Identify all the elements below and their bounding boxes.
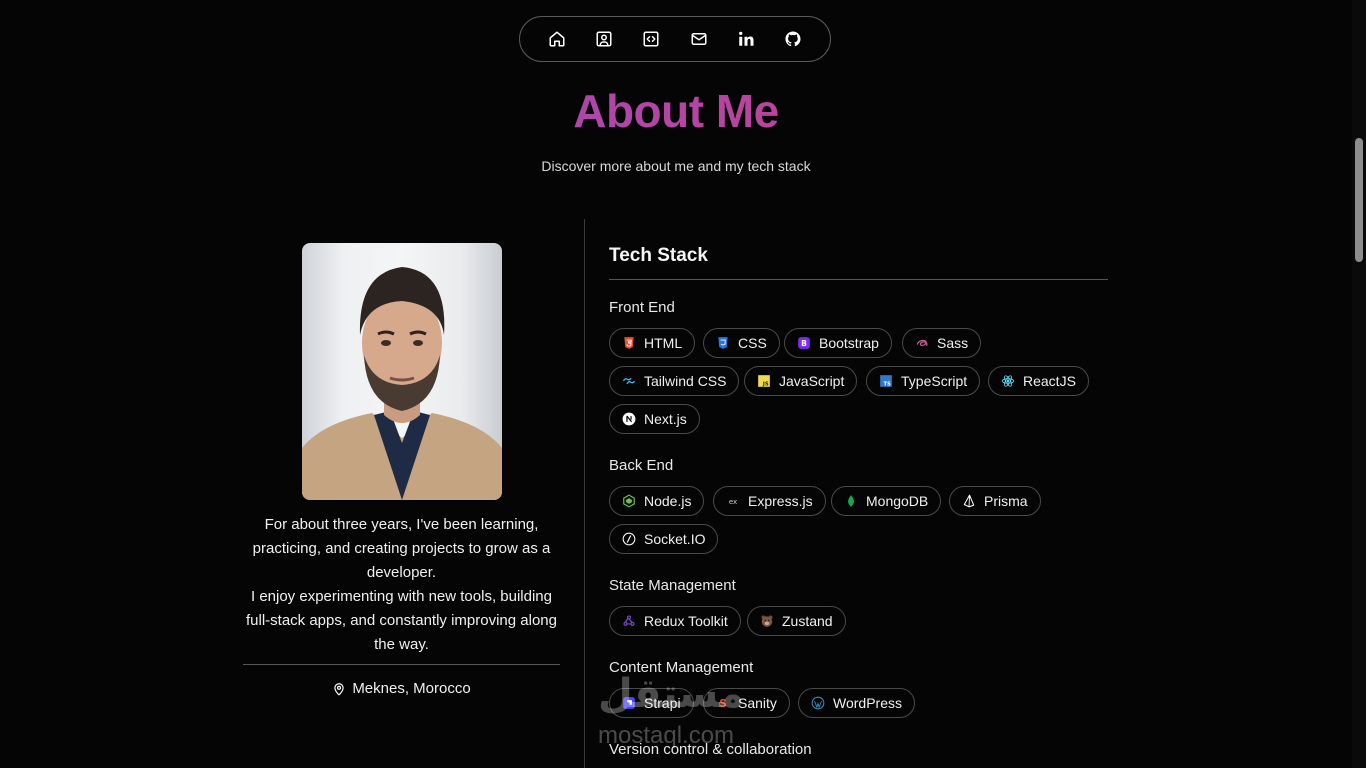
top-navigation [519,16,831,62]
scrollbar[interactable] [1352,0,1366,768]
tech-pill-label: WordPress [833,695,902,711]
map-pin-icon [334,682,344,695]
express-icon: ex [726,494,740,508]
mongodb-icon [844,494,858,508]
github-icon [785,31,801,47]
profile-photo [302,243,502,500]
category-back-end: Back End [609,457,674,474]
category-state-management: State Management [609,577,736,594]
sass-icon [915,336,929,350]
code-icon [643,31,659,47]
tech-pill-label: Express.js [748,493,813,509]
tech-pill-typescript[interactable]: TS TypeScript [866,366,981,396]
location-text: Meknes, Morocco [352,680,471,697]
strapi-icon [622,696,636,710]
tech-pill-express[interactable]: ex Express.js [713,486,826,516]
sanity-icon: S [716,696,730,710]
nav-github-button[interactable] [777,23,809,55]
tech-pill-nextjs[interactable]: Next.js [609,404,700,434]
svg-text:S: S [719,698,727,710]
divider [243,664,560,665]
nodejs-icon [622,494,636,508]
column-divider [584,219,585,768]
react-icon [1001,374,1015,388]
person-portrait-image [302,267,502,500]
location: Meknes, Morocco [243,680,560,697]
svg-text:B: B [801,339,807,348]
tech-pill-label: MongoDB [866,493,929,509]
tech-stack-title: Tech Stack [609,245,708,266]
tech-pill-sass[interactable]: Sass [902,328,982,358]
tech-pill-label: Sanity [738,695,777,711]
css3-icon [716,336,730,350]
javascript-icon: JS [757,374,771,388]
linkedin-icon [738,31,754,46]
nav-linkedin-button[interactable] [730,23,762,55]
tech-pill-label: ReactJS [1023,373,1076,389]
bio-paragraph: I enjoy experimenting with new tools, bu… [245,588,557,653]
tech-pill-redux[interactable]: Redux Toolkit [609,606,741,636]
tech-pill-css[interactable]: CSS [703,328,780,358]
nextjs-icon [622,412,636,426]
tech-pill-label: CSS [738,335,767,351]
tech-pill-socketio[interactable]: Socket.IO [609,524,719,554]
user-square-icon [596,31,612,47]
tech-pill-html[interactable]: HTML [609,328,696,358]
tech-pill-label: Redux Toolkit [644,613,728,629]
prisma-icon [962,494,976,508]
tech-pill-label: Tailwind CSS [644,373,727,389]
tech-pill-tailwind[interactable]: Tailwind CSS [609,366,740,396]
bio-paragraph: For about three years, I've been learnin… [252,516,551,581]
tech-pill-label: Zustand [782,613,833,629]
nav-projects-button[interactable] [635,23,667,55]
tech-pill-label: Bootstrap [819,335,879,351]
wordpress-icon [811,696,825,710]
tech-pill-bootstrap[interactable]: B Bootstrap [784,328,892,358]
zustand-icon [760,614,774,628]
tech-pill-zustand[interactable]: Zustand [747,606,846,636]
category-front-end: Front End [609,299,675,316]
tech-pill-label: Prisma [984,493,1028,509]
tech-pill-label: HTML [644,335,683,351]
nav-about-button[interactable] [588,23,620,55]
svg-text:JS: JS [762,382,769,388]
svg-text:TS: TS [883,382,891,388]
tech-pill-nodejs[interactable]: Node.js [609,486,705,516]
redux-icon [622,614,636,628]
tech-pill-label: JavaScript [779,373,845,389]
nav-home-button[interactable] [541,23,573,55]
category-content-management: Content Management [609,659,754,676]
tech-pill-label: Node.js [644,493,692,509]
nav-contact-button[interactable] [683,23,715,55]
tech-pill-mongodb[interactable]: MongoDB [831,486,942,516]
page-subtitle: Discover more about me and my tech stack [541,158,811,174]
tech-pill-label: TypeScript [901,373,968,389]
tech-pill-label: Strapi [644,695,681,711]
tech-pill-label: Socket.IO [644,531,706,547]
socketio-icon [622,532,636,546]
tech-pill-sanity[interactable]: S Sanity [703,688,790,718]
typescript-icon: TS [879,374,893,388]
category-version-control: Version control & collaboration [609,741,812,758]
bio-text: For about three years, I've been learnin… [243,513,560,657]
tech-pill-wordpress[interactable]: WordPress [798,688,915,718]
mail-icon [691,33,707,45]
tailwind-icon [622,374,636,388]
tech-pill-label: Sass [937,335,969,351]
svg-text:ex: ex [729,498,737,506]
tech-pill-react[interactable]: ReactJS [988,366,1089,396]
bootstrap-icon: B [797,336,811,350]
scrollbar-thumb[interactable] [1355,138,1363,262]
home-icon [549,31,565,47]
tech-pill-strapi[interactable]: Strapi [609,688,694,718]
page-title: About Me [0,84,1352,138]
html5-icon [622,336,636,350]
tech-pill-javascript[interactable]: JS JavaScript [744,366,858,396]
tech-pill-label: Next.js [644,411,687,427]
tech-pill-prisma[interactable]: Prisma [949,486,1041,516]
divider [609,279,1108,280]
